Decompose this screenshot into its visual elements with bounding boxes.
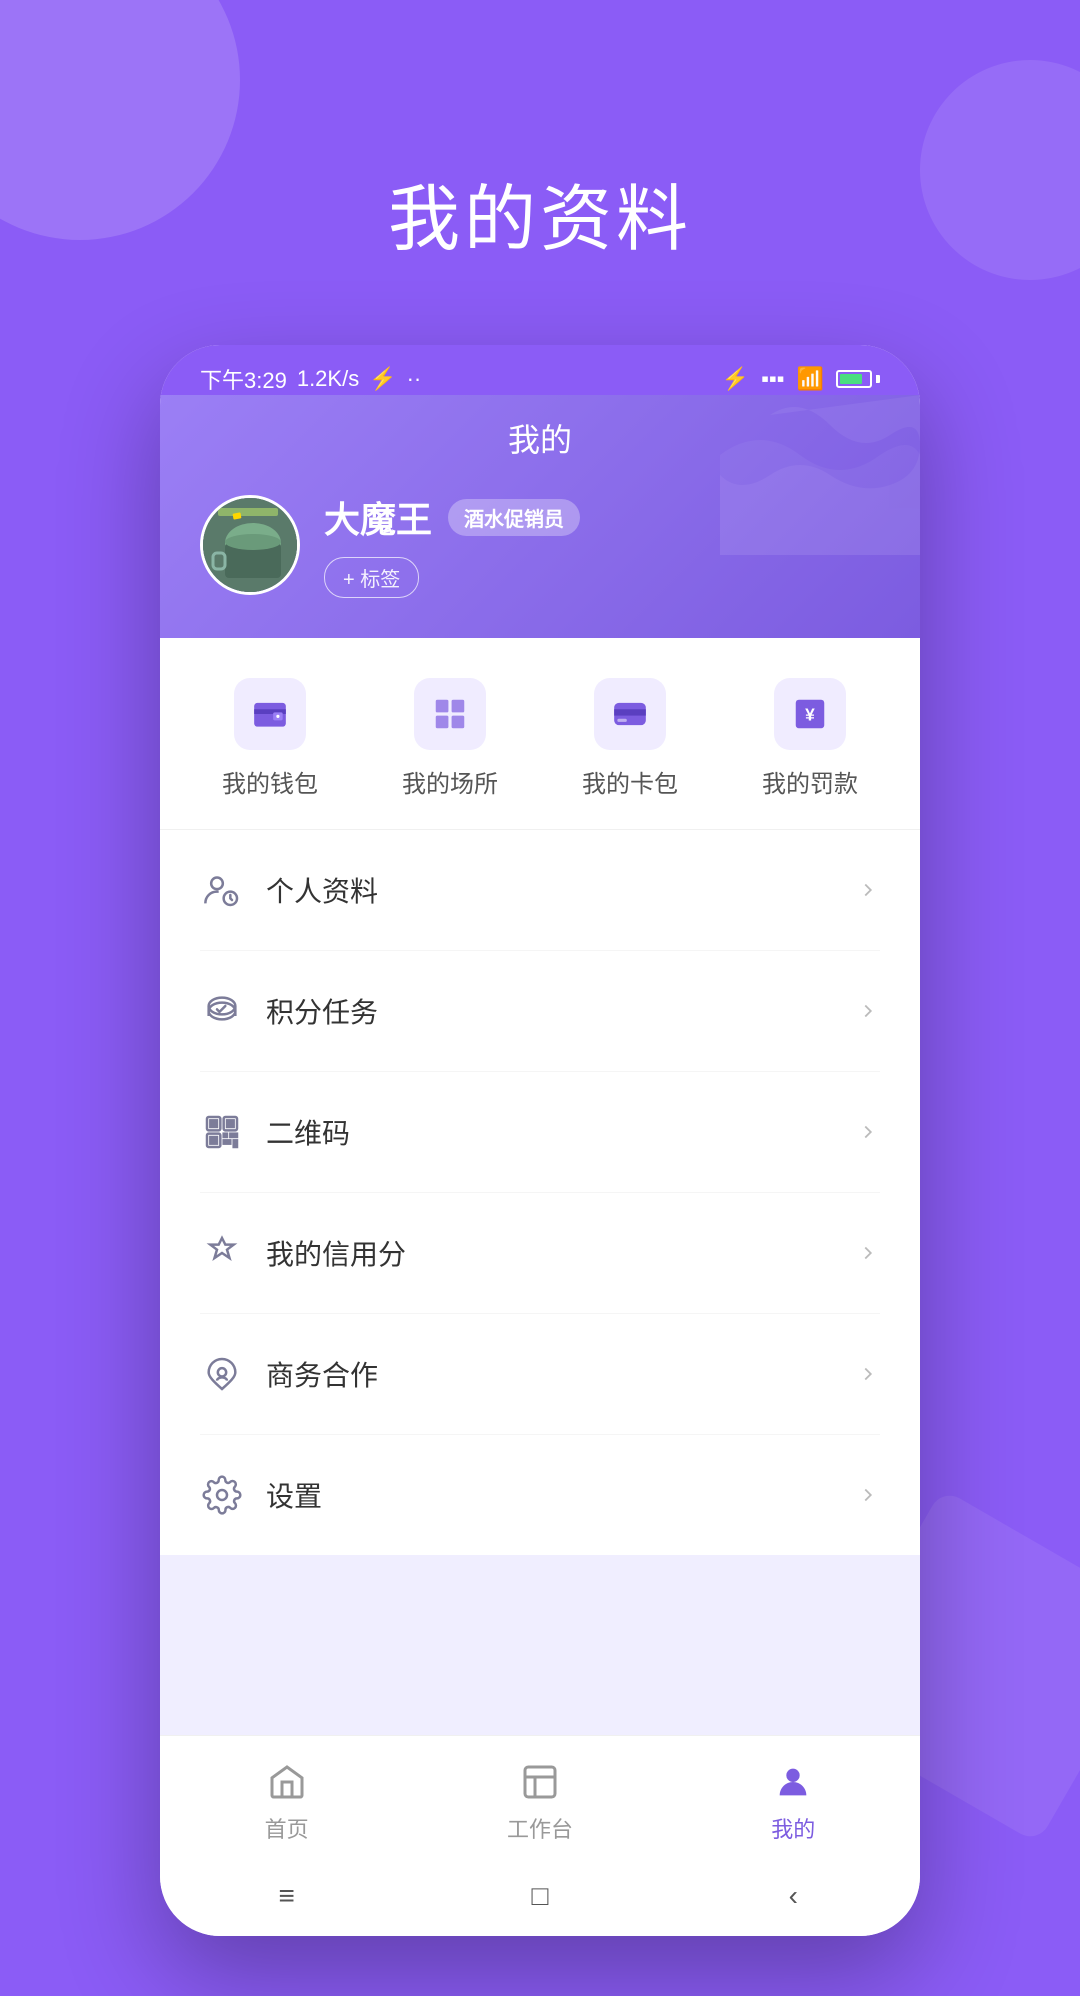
bg-decoration-circle-2 [920, 60, 1080, 280]
settings-chevron [856, 1483, 880, 1507]
nav-item-mine[interactable]: 我的 [713, 1760, 873, 1844]
mine-nav-icon [771, 1760, 815, 1804]
signal-icon: ▪▪▪ [761, 366, 784, 392]
wallet-icon [251, 695, 289, 733]
menu-list: 个人资料 积分任务 [160, 830, 920, 1555]
menu-item-profile[interactable]: 个人资料 [200, 830, 880, 951]
credit-chevron [856, 1241, 880, 1265]
wifi-icon: 📶 [797, 366, 824, 392]
sys-nav-back[interactable]: ‹ [763, 1876, 823, 1916]
status-dots: ·· [407, 366, 422, 392]
credit-label: 我的信用分 [266, 1233, 834, 1273]
profile-label: 个人资料 [266, 870, 834, 910]
qrcode-icon [200, 1110, 244, 1154]
svg-text:¥: ¥ [805, 704, 815, 724]
fine-icon: ¥ [791, 695, 829, 733]
qrcode-chevron [856, 1120, 880, 1144]
mine-nav-label: 我的 [771, 1812, 815, 1844]
avatar-image [203, 498, 297, 592]
app-header: 我的 大魔王 [160, 395, 920, 638]
add-tag-button[interactable]: + 标签 [324, 557, 419, 598]
points-label: 积分任务 [266, 991, 834, 1031]
home-nav-label: 首页 [265, 1812, 309, 1844]
settings-label: 设置 [266, 1475, 834, 1515]
venue-icon-container [414, 678, 486, 750]
points-chevron [856, 999, 880, 1023]
sys-nav-home[interactable]: □ [510, 1876, 570, 1916]
user-name-text: 大魔王 [324, 491, 432, 543]
menu-item-business[interactable]: 商务合作 [200, 1314, 880, 1435]
wallet-label: 我的钱包 [222, 764, 318, 799]
bluetooth-icon: ⚡ [722, 366, 749, 392]
home-nav-icon [265, 1760, 309, 1804]
status-icon-charging: ⚡ [369, 366, 396, 392]
status-right: ⚡ ▪▪▪ 📶 [722, 366, 880, 392]
card-label: 我的卡包 [582, 764, 678, 799]
status-speed: 1.2K/s [297, 366, 359, 392]
quick-item-fine[interactable]: ¥ 我的罚款 [762, 678, 858, 799]
page-title: 我的资料 [388, 160, 692, 265]
nav-item-workbench[interactable]: 工作台 [460, 1760, 620, 1844]
profile-chevron [856, 878, 880, 902]
status-time: 下午3:29 [200, 363, 287, 395]
content-area [160, 1555, 920, 1735]
menu-item-qrcode[interactable]: 二维码 [200, 1072, 880, 1193]
battery-indicator [836, 370, 880, 388]
add-tag-label: + 标签 [343, 563, 400, 592]
fine-label: 我的罚款 [762, 764, 858, 799]
phone-frame: 下午3:29 1.2K/s ⚡ ·· ⚡ ▪▪▪ 📶 我的 [160, 345, 920, 1936]
fine-icon-container: ¥ [774, 678, 846, 750]
system-navigation-bar: ≡ □ ‹ [160, 1860, 920, 1936]
business-icon [200, 1352, 244, 1396]
menu-item-credit[interactable]: 我的信用分 [200, 1193, 880, 1314]
workbench-nav-label: 工作台 [507, 1812, 573, 1844]
workbench-nav-icon [518, 1760, 562, 1804]
quick-item-venue[interactable]: 我的场所 [402, 678, 498, 799]
sys-nav-menu[interactable]: ≡ [257, 1876, 317, 1916]
settings-icon [200, 1473, 244, 1517]
bottom-navigation: 首页 工作台 我的 [160, 1735, 920, 1860]
card-icon [611, 695, 649, 733]
menu-item-settings[interactable]: 设置 [200, 1435, 880, 1555]
points-icon [200, 989, 244, 1033]
quick-item-card[interactable]: 我的卡包 [582, 678, 678, 799]
qrcode-label: 二维码 [266, 1112, 834, 1152]
status-left: 下午3:29 1.2K/s ⚡ ·· [200, 363, 421, 395]
credit-icon [200, 1231, 244, 1275]
header-wave-decoration [720, 395, 920, 555]
venue-icon [431, 695, 469, 733]
profile-icon [200, 868, 244, 912]
card-icon-container [594, 678, 666, 750]
nav-item-home[interactable]: 首页 [207, 1760, 367, 1844]
business-label: 商务合作 [266, 1354, 834, 1394]
role-badge: 酒水促销员 [448, 499, 580, 536]
bg-decoration-circle-1 [0, 0, 240, 240]
avatar [200, 495, 300, 595]
business-chevron [856, 1362, 880, 1386]
venue-label: 我的场所 [402, 764, 498, 799]
status-bar: 下午3:29 1.2K/s ⚡ ·· ⚡ ▪▪▪ 📶 [160, 345, 920, 395]
quick-item-wallet[interactable]: 我的钱包 [222, 678, 318, 799]
wallet-icon-container [234, 678, 306, 750]
menu-item-points[interactable]: 积分任务 [200, 951, 880, 1072]
quick-access-section: 我的钱包 我的场所 我的卡包 [160, 638, 920, 830]
